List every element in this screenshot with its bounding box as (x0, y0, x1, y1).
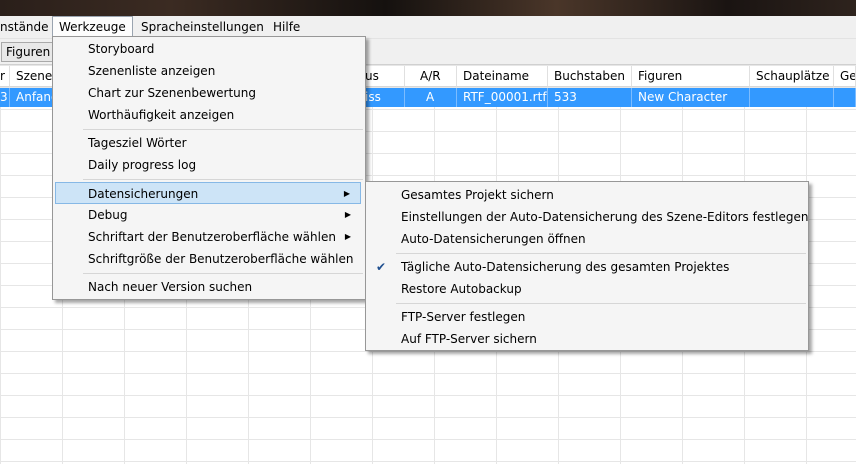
row-cell-ge[interactable] (834, 88, 856, 107)
menu-item-restore-autobackup[interactable]: Restore Autobackup (368, 278, 804, 300)
chevron-right-icon: ▶ (343, 189, 350, 198)
column-header-ge[interactable]: Ge (834, 66, 856, 87)
menu-item-daily-progress-log[interactable]: Daily progress log (55, 154, 361, 176)
datensicherungen-submenu: Gesamtes Projekt sichern Einstellungen d… (365, 181, 809, 351)
menu-item-neue-version[interactable]: Nach neuer Version suchen (55, 276, 361, 298)
column-header-figuren[interactable]: Figuren (632, 66, 750, 87)
figuren-button[interactable]: Figuren (1, 42, 56, 62)
chevron-right-icon: ▶ (344, 210, 351, 219)
menu-item-tagesziel[interactable]: Tagesziel Wörter (55, 132, 361, 154)
menu-item-label: Tägliche Auto-Datensicherung des gesamte… (401, 260, 730, 274)
menu-item-schriftart[interactable]: Schriftart der Benutzeroberfläche wählen… (55, 226, 361, 248)
row-cell-figuren[interactable]: New Character (632, 88, 750, 107)
menu-item-taegliche-auto-datensicherung[interactable]: ✔ Tägliche Auto-Datensicherung des gesam… (368, 256, 804, 278)
menu-item-chart-szenenbewertung[interactable]: Chart zur Szenenbewertung (55, 82, 361, 104)
menu-item-auto-datensicherung-einstellungen[interactable]: Einstellungen der Auto-Datensicherung de… (368, 206, 809, 228)
column-header-buchstaben[interactable]: Buchstaben (548, 66, 632, 87)
column-header-ar[interactable]: A/R (405, 66, 457, 87)
menu-item-storyboard[interactable]: Storyboard (55, 38, 361, 60)
menu-item-auto-datensicherungen-oeffnen[interactable]: Auto-Datensicherungen öffnen (368, 228, 804, 250)
menu-item-label: Datensicherungen (88, 187, 199, 201)
menu-hilfe[interactable]: Hilfe (267, 16, 306, 38)
menu-item-szenenliste[interactable]: Szenenliste anzeigen (55, 60, 361, 82)
menu-item-label: Debug (88, 208, 128, 222)
menu-separator (83, 273, 363, 274)
menu-separator (396, 253, 806, 254)
row-cell-r[interactable]: 3 (0, 88, 10, 107)
menu-item-auf-ftp-server-sichern[interactable]: Auf FTP-Server sichern (368, 328, 804, 350)
chevron-right-icon: ▶ (344, 232, 351, 241)
menu-werkzeuge[interactable]: Werkzeuge (52, 16, 133, 38)
window-background-strip (0, 0, 856, 16)
menu-item-projekt-sichern[interactable]: Gesamtes Projekt sichern (368, 184, 804, 206)
menu-separator (83, 179, 363, 180)
menu-zustaende[interactable]: nstände (0, 16, 55, 38)
menu-item-label: Schriftart der Benutzeroberfläche wählen (88, 230, 336, 244)
row-cell-buchstaben[interactable]: 533 (548, 88, 632, 107)
menu-item-ftp-server-festlegen[interactable]: FTP-Server festlegen (368, 306, 804, 328)
menu-separator (396, 303, 806, 304)
column-header-schauplaetze[interactable]: Schauplätze (750, 66, 834, 87)
werkzeuge-menu: Storyboard Szenenliste anzeigen Chart zu… (52, 36, 366, 300)
menu-item-datensicherungen[interactable]: Datensicherungen ▶ (55, 182, 361, 204)
row-cell-schauplaetze[interactable] (750, 88, 834, 107)
row-cell-dateiname[interactable]: RTF_00001.rtf (457, 88, 548, 107)
column-header-dateiname[interactable]: Dateiname (457, 66, 548, 87)
check-icon: ✔ (376, 260, 387, 274)
row-cell-ar[interactable]: A (405, 88, 457, 107)
menu-item-debug[interactable]: Debug ▶ (55, 204, 361, 226)
menu-spracheinstellungen[interactable]: Spracheinstellungen (135, 16, 270, 38)
menu-item-worthaeufigkeit[interactable]: Worthäufigkeit anzeigen (55, 104, 361, 126)
menu-item-schriftgroesse[interactable]: Schriftgröße der Benutzeroberfläche wähl… (55, 248, 361, 270)
column-header-r[interactable]: r (0, 66, 10, 87)
menu-separator (83, 129, 363, 130)
